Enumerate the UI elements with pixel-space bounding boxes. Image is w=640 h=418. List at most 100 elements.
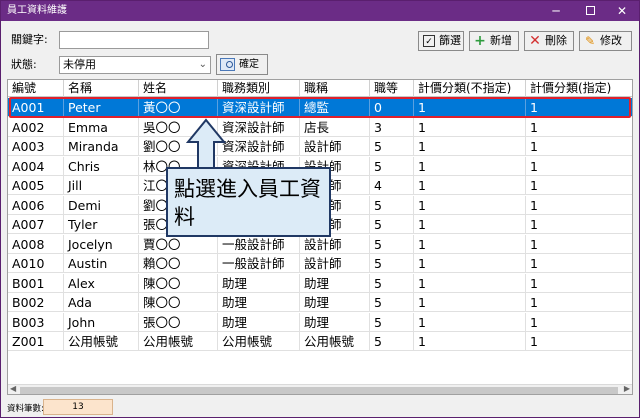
cell-fullname[interactable]: 賈〇〇 (139, 234, 218, 254)
cell-pricing-unassigned[interactable]: 1 (414, 312, 526, 332)
cell-id[interactable]: A004 (8, 156, 64, 176)
cell-name[interactable]: Alex (64, 273, 139, 293)
cell-name[interactable]: 公用帳號 (64, 332, 139, 351)
cell-grade[interactable]: 0 (370, 98, 414, 117)
scroll-left-icon[interactable]: ◀ (10, 384, 16, 393)
cell-grade[interactable]: 4 (370, 176, 414, 195)
cell-pricing-unassigned[interactable]: 1 (414, 98, 526, 117)
column-header-pricing-unassigned[interactable]: 計價分類(不指定) (414, 80, 526, 97)
table-row[interactable]: A008 Jocelyn 賈〇〇 一般設計師 設計師 5 1 1 (8, 234, 632, 254)
cell-id[interactable]: B001 (8, 273, 64, 293)
cell-pricing-assigned[interactable]: 1 (526, 254, 632, 273)
cell-pricing-assigned[interactable]: 1 (526, 118, 632, 137)
cell-grade[interactable]: 5 (370, 137, 414, 156)
cell-fullname[interactable]: 吳〇〇 (139, 117, 218, 137)
cell-name[interactable]: Ada (64, 293, 139, 312)
cell-pricing-assigned[interactable]: 1 (526, 274, 632, 293)
cell-pricing-assigned[interactable]: 1 (526, 176, 632, 195)
cell-job-category[interactable]: 資深設計師 (218, 117, 300, 137)
cell-fullname[interactable]: 賴〇〇 (139, 254, 218, 273)
column-header-job-title[interactable]: 職稱 (300, 80, 370, 97)
cell-id[interactable]: B002 (8, 293, 64, 312)
cell-grade[interactable]: 5 (370, 195, 414, 215)
scroll-right-icon[interactable]: ▶ (624, 384, 630, 393)
minimize-button[interactable]: ─ (541, 1, 571, 21)
cell-job-category[interactable]: 助理 (218, 293, 300, 312)
cell-job-title[interactable]: 設計師 (300, 137, 370, 156)
cell-pricing-unassigned[interactable]: 1 (414, 273, 526, 293)
cell-id[interactable]: A010 (8, 254, 64, 273)
cell-job-category[interactable]: 一般設計師 (218, 234, 300, 254)
cell-grade[interactable]: 5 (370, 273, 414, 293)
cell-name[interactable]: Tyler (64, 215, 139, 234)
cell-pricing-assigned[interactable]: 1 (526, 196, 632, 215)
column-header-pricing-assigned[interactable]: 計價分類(指定) (526, 80, 632, 97)
maximize-button[interactable] (575, 1, 605, 21)
horizontal-scrollbar[interactable]: ◀ ▶ (8, 384, 632, 394)
cell-job-title[interactable]: 公用帳號 (300, 332, 370, 351)
cell-job-category[interactable]: 一般設計師 (218, 254, 300, 273)
cell-name[interactable]: Austin (64, 254, 139, 273)
cell-grade[interactable]: 5 (370, 254, 414, 273)
cell-name[interactable]: Jill (64, 176, 139, 195)
table-row[interactable]: B001 Alex 陳〇〇 助理 助理 5 1 1 (8, 273, 632, 293)
cell-job-category[interactable]: 公用帳號 (218, 332, 300, 351)
cell-grade[interactable]: 3 (370, 117, 414, 137)
cell-id[interactable]: A002 (8, 117, 64, 137)
cell-grade[interactable]: 5 (370, 332, 414, 351)
cell-job-title[interactable]: 助理 (300, 293, 370, 312)
column-header-grade[interactable]: 職等 (370, 80, 414, 97)
cell-name[interactable]: John (64, 312, 139, 332)
cell-grade[interactable]: 5 (370, 215, 414, 234)
cell-name[interactable]: Miranda (64, 137, 139, 156)
cell-name[interactable]: Jocelyn (64, 234, 139, 254)
cell-fullname[interactable]: 公用帳號 (139, 332, 218, 351)
cell-pricing-unassigned[interactable]: 1 (414, 293, 526, 312)
cell-fullname[interactable]: 劉〇〇 (139, 137, 218, 156)
cell-pricing-assigned[interactable]: 1 (526, 313, 632, 332)
employee-grid[interactable]: 編號 名稱 姓名 職務類別 職稱 職等 計價分類(不指定) 計價分類(指定) A… (7, 79, 633, 395)
cell-id[interactable]: A003 (8, 137, 64, 156)
cell-id[interactable]: Z001 (8, 332, 64, 351)
table-row[interactable]: A010 Austin 賴〇〇 一般設計師 設計師 5 1 1 (8, 254, 632, 273)
delete-button[interactable]: ✕ 刪除 (524, 31, 574, 51)
table-row[interactable]: B003 John 張〇〇 助理 助理 5 1 1 (8, 312, 632, 332)
column-header-job-category[interactable]: 職務類別 (218, 80, 300, 97)
cell-grade[interactable]: 5 (370, 234, 414, 254)
table-row[interactable]: Z001 公用帳號 公用帳號 公用帳號 公用帳號 5 1 1 (8, 332, 632, 351)
add-button[interactable]: + 新增 (469, 31, 519, 51)
cell-grade[interactable]: 5 (370, 312, 414, 332)
confirm-button[interactable]: 確定 (216, 54, 268, 75)
close-button[interactable]: ✕ (607, 1, 637, 21)
cell-name[interactable]: Chris (64, 156, 139, 176)
cell-job-category[interactable]: 助理 (218, 312, 300, 332)
cell-job-title[interactable]: 店長 (300, 117, 370, 137)
cell-job-title[interactable]: 總監 (300, 98, 370, 117)
cell-pricing-unassigned[interactable]: 1 (414, 195, 526, 215)
cell-pricing-unassigned[interactable]: 1 (414, 332, 526, 351)
cell-pricing-assigned[interactable]: 1 (526, 293, 632, 312)
cell-pricing-unassigned[interactable]: 1 (414, 156, 526, 176)
cell-pricing-assigned[interactable]: 1 (526, 157, 632, 176)
cell-id[interactable]: B003 (8, 312, 64, 332)
cell-fullname[interactable]: 張〇〇 (139, 312, 218, 332)
table-row[interactable]: B002 Ada 陳〇〇 助理 助理 5 1 1 (8, 293, 632, 312)
cell-pricing-unassigned[interactable]: 1 (414, 215, 526, 234)
cell-job-title[interactable]: 助理 (300, 312, 370, 332)
cell-job-title[interactable]: 助理 (300, 273, 370, 293)
cell-pricing-unassigned[interactable]: 1 (414, 234, 526, 254)
cell-grade[interactable]: 5 (370, 156, 414, 176)
cell-pricing-unassigned[interactable]: 1 (414, 137, 526, 156)
column-header-name[interactable]: 名稱 (64, 80, 139, 97)
cell-pricing-assigned[interactable]: 1 (526, 137, 632, 156)
cell-id[interactable]: A007 (8, 215, 64, 234)
cell-job-category[interactable]: 資深設計師 (218, 137, 300, 156)
keyword-input[interactable] (59, 31, 209, 49)
cell-id[interactable]: A005 (8, 176, 64, 195)
cell-fullname[interactable]: 陳〇〇 (139, 273, 218, 293)
scrollbar-thumb[interactable] (20, 387, 618, 394)
cell-id[interactable]: A008 (8, 234, 64, 254)
column-header-fullname[interactable]: 姓名 (139, 80, 218, 97)
cell-name[interactable]: Peter (64, 98, 139, 117)
cell-job-category[interactable]: 助理 (218, 273, 300, 293)
